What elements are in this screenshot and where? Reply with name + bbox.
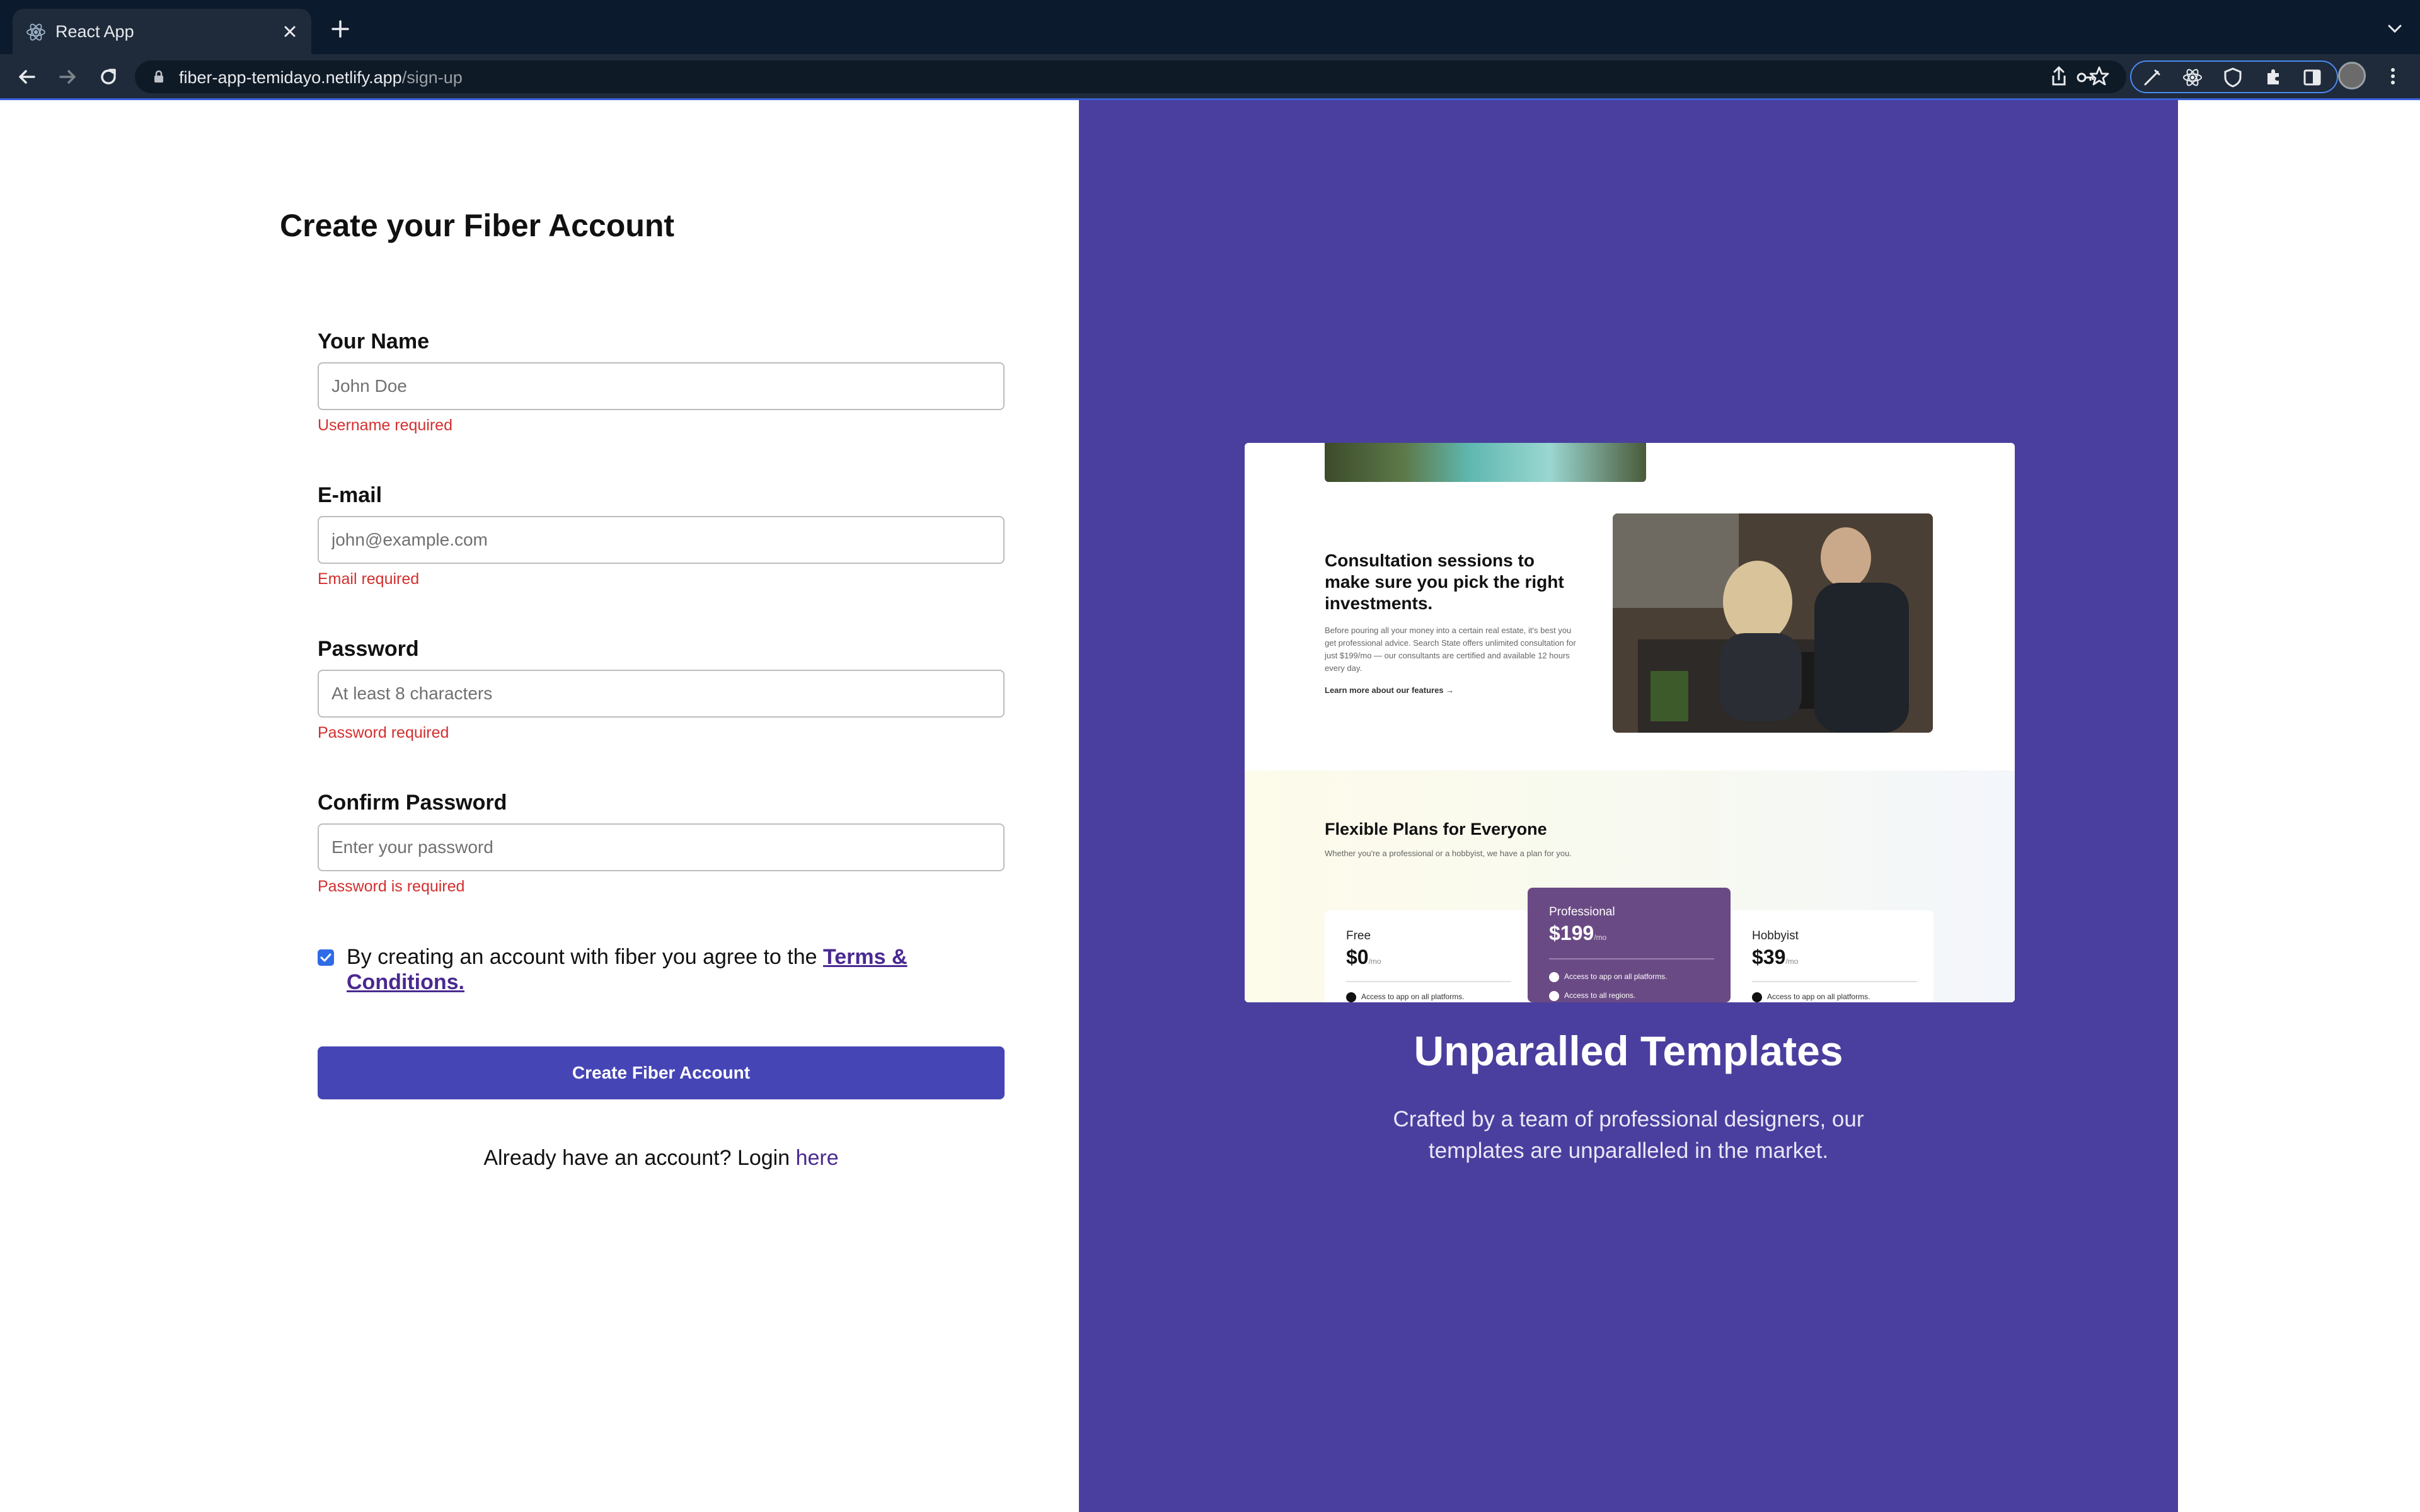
lock-icon[interactable] bbox=[151, 69, 166, 84]
plan-name: Hobbyist bbox=[1752, 929, 1799, 942]
plan-divider bbox=[1549, 958, 1714, 959]
close-tab-icon[interactable] bbox=[277, 19, 302, 44]
plan-card-hobbyist: Hobbyist $39/mo Access to app on all pla… bbox=[1731, 910, 1933, 1002]
browser-tab-active[interactable]: React App bbox=[13, 9, 311, 54]
name-input[interactable] bbox=[318, 362, 1005, 410]
url-text[interactable]: fiber-app-temidayo.netlify.app/sign-up bbox=[179, 67, 463, 88]
tab-title: React App bbox=[55, 22, 134, 41]
check-circle-icon bbox=[1346, 992, 1356, 1002]
check-circle-icon bbox=[1549, 972, 1559, 982]
plan-feature-text: Access to all regions. bbox=[1564, 991, 1636, 1000]
pool-image bbox=[1325, 443, 1646, 482]
login-text: Already have an account? Login bbox=[483, 1146, 796, 1170]
url-host: fiber-app-temidayo.netlify.app bbox=[179, 68, 402, 87]
plan-price-value: $199 bbox=[1549, 922, 1594, 944]
password-input[interactable] bbox=[318, 670, 1005, 718]
react-devtools-icon[interactable] bbox=[2181, 66, 2204, 89]
chevron-down-icon[interactable] bbox=[2383, 18, 2406, 40]
plan-feature: Access to app on all platforms. bbox=[1549, 972, 1667, 982]
terms-prefix: By creating an account with fiber you ag… bbox=[347, 945, 824, 969]
showcase-title: Unparalled Templates bbox=[1414, 1028, 1843, 1074]
name-error: Username required bbox=[318, 416, 452, 434]
check-circle-icon bbox=[1752, 992, 1762, 1002]
pen-extension-icon[interactable] bbox=[2140, 66, 2164, 89]
plan-price-unit: /mo bbox=[1594, 933, 1607, 942]
extensions-puzzle-icon[interactable] bbox=[2261, 66, 2285, 89]
plan-feature-text: Access to app on all platforms. bbox=[1767, 992, 1870, 1002]
browser-tab-strip: React App bbox=[0, 0, 2420, 54]
plan-card-professional: Professional $199/mo Access to app on al… bbox=[1528, 888, 1731, 1002]
shield-icon[interactable] bbox=[2221, 66, 2245, 89]
plan-feature-text: Access to app on all platforms. bbox=[1361, 992, 1465, 1002]
side-panel-icon[interactable] bbox=[2300, 66, 2324, 89]
bookmark-star-icon[interactable] bbox=[2087, 64, 2111, 88]
consultation-body: Before pouring all your money into a cer… bbox=[1325, 626, 1576, 673]
plans-title: Flexible Plans for Everyone bbox=[1325, 820, 1547, 839]
back-arrow-icon[interactable] bbox=[14, 64, 39, 89]
plan-divider bbox=[1752, 981, 1917, 982]
password-label: Password bbox=[318, 637, 419, 661]
template-preview: Consultation sessions to make sure you p… bbox=[1245, 443, 2015, 1002]
plan-price-value: $39 bbox=[1752, 946, 1786, 968]
email-input[interactable] bbox=[318, 516, 1005, 564]
plan-price-value: $0 bbox=[1346, 946, 1369, 968]
react-icon bbox=[26, 23, 45, 41]
email-label: E-mail bbox=[318, 483, 383, 507]
terms-text: By creating an account with fiber you ag… bbox=[347, 944, 989, 995]
login-prompt: Already have an account? Login here bbox=[318, 1146, 1005, 1171]
login-link[interactable]: here bbox=[796, 1146, 839, 1170]
plan-card-free: Free $0/mo Access to app on all platform… bbox=[1325, 910, 1528, 1002]
new-tab-icon[interactable] bbox=[328, 16, 353, 42]
extensions-group bbox=[2130, 60, 2338, 93]
name-label: Your Name bbox=[318, 329, 429, 353]
consultation-title: Consultation sessions to make sure you p… bbox=[1325, 551, 1564, 613]
plan-price: $199/mo bbox=[1549, 922, 1606, 945]
browser-toolbar: fiber-app-temidayo.netlify.app/sign-up bbox=[0, 54, 2420, 100]
confirm-password-error: Password is required bbox=[318, 878, 465, 895]
plan-feature: Access to app on all platforms. bbox=[1346, 992, 1464, 1002]
signup-section: Create your Fiber Account Your Name User… bbox=[0, 100, 1079, 1512]
plan-price-unit: /mo bbox=[1785, 957, 1799, 966]
consultation-link: Learn more about our features → bbox=[1325, 685, 1455, 695]
plan-price: $39/mo bbox=[1752, 946, 1798, 969]
create-account-button[interactable]: Create Fiber Account bbox=[318, 1046, 1005, 1099]
terms-checkbox[interactable] bbox=[318, 949, 334, 966]
forward-arrow-icon[interactable] bbox=[55, 64, 81, 89]
confirm-password-label: Confirm Password bbox=[318, 791, 507, 815]
reload-icon[interactable] bbox=[96, 64, 121, 89]
office-scene-illustration bbox=[1613, 513, 1933, 733]
plan-name: Professional bbox=[1549, 905, 1615, 919]
plan-price-unit: /mo bbox=[1368, 957, 1381, 966]
share-icon[interactable] bbox=[2047, 64, 2071, 88]
plan-feature: Access to all regions. bbox=[1549, 991, 1635, 1001]
page-title: Create your Fiber Account bbox=[280, 208, 675, 243]
profile-avatar[interactable] bbox=[2338, 62, 2366, 89]
password-error: Password required bbox=[318, 724, 449, 742]
check-circle-icon bbox=[1549, 991, 1559, 1001]
email-error: Email required bbox=[318, 570, 420, 588]
office-meeting-image bbox=[1613, 513, 1933, 733]
plan-feature: Access to app on all platforms. bbox=[1752, 992, 1870, 1002]
plans-subtitle: Whether you're a professional or a hobby… bbox=[1325, 849, 1572, 858]
plan-name: Free bbox=[1346, 929, 1371, 942]
kebab-menu-icon[interactable] bbox=[2381, 64, 2405, 88]
showcase-subtitle: Crafted by a team of professional design… bbox=[1393, 1107, 1864, 1163]
address-bar[interactable]: fiber-app-temidayo.netlify.app/sign-up bbox=[135, 60, 2126, 93]
plan-price: $0/mo bbox=[1346, 946, 1381, 969]
plan-feature-text: Access to app on all platforms. bbox=[1564, 972, 1668, 982]
plan-divider bbox=[1346, 981, 1511, 982]
confirm-password-input[interactable] bbox=[318, 823, 1005, 871]
url-path: /sign-up bbox=[401, 68, 463, 87]
